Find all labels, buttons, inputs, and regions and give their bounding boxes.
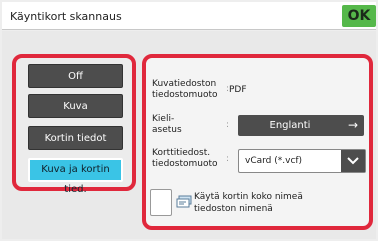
image-format-value: PDF (229, 85, 247, 95)
image-format-label-line2: tiedostomuoto (152, 90, 218, 100)
arrow-right-icon: → (347, 118, 358, 132)
page-title: Käyntikort skannaus (10, 10, 122, 23)
use-full-name-checkbox[interactable] (150, 189, 172, 216)
mode-card-info-button[interactable]: Kortin tiedot (28, 126, 123, 150)
language-label-line2: asetus (152, 125, 182, 135)
mode-selection-panel: Off Kuva Kortin tiedot Kuva ja kortin ti… (12, 54, 136, 195)
scan-settings-screen: Käyntikort skannaus OK Off Kuva Kortin t… (0, 0, 378, 241)
card-format-dropdown[interactable]: vCard (*.vcf) (238, 149, 366, 173)
colon-separator: : (226, 120, 230, 130)
chevron-down-icon[interactable] (341, 150, 365, 172)
language-value: Englanti (269, 120, 311, 131)
card-format-label-line1: Korttitiedost. (152, 148, 211, 158)
mode-image-button[interactable]: Kuva (28, 94, 123, 118)
title-bar: Käyntikort skannaus OK (2, 2, 376, 30)
mode-image-and-card-info-button[interactable]: Kuva ja kortin tied. (28, 158, 123, 195)
use-full-name-label-line1: Käytä kortin koko nimeä (194, 192, 303, 202)
language-label-line1: Kieli- (152, 114, 175, 124)
language-select-button[interactable]: Englanti → (238, 115, 364, 136)
settings-panel: Kuvatiedoston tiedostomuoto : PDF Kieli-… (142, 54, 373, 230)
mode-off-button[interactable]: Off (28, 64, 123, 88)
colon-separator: : (226, 154, 230, 164)
card-format-label-line2: tiedostomuoto (152, 159, 218, 169)
image-format-label-line1: Kuvatiedoston (152, 79, 217, 89)
ok-button[interactable]: OK (342, 5, 376, 27)
business-card-icon (176, 194, 192, 208)
use-full-name-label-line2: tiedoston nimenä (194, 204, 273, 214)
card-format-value: vCard (*.vcf) (245, 156, 303, 166)
